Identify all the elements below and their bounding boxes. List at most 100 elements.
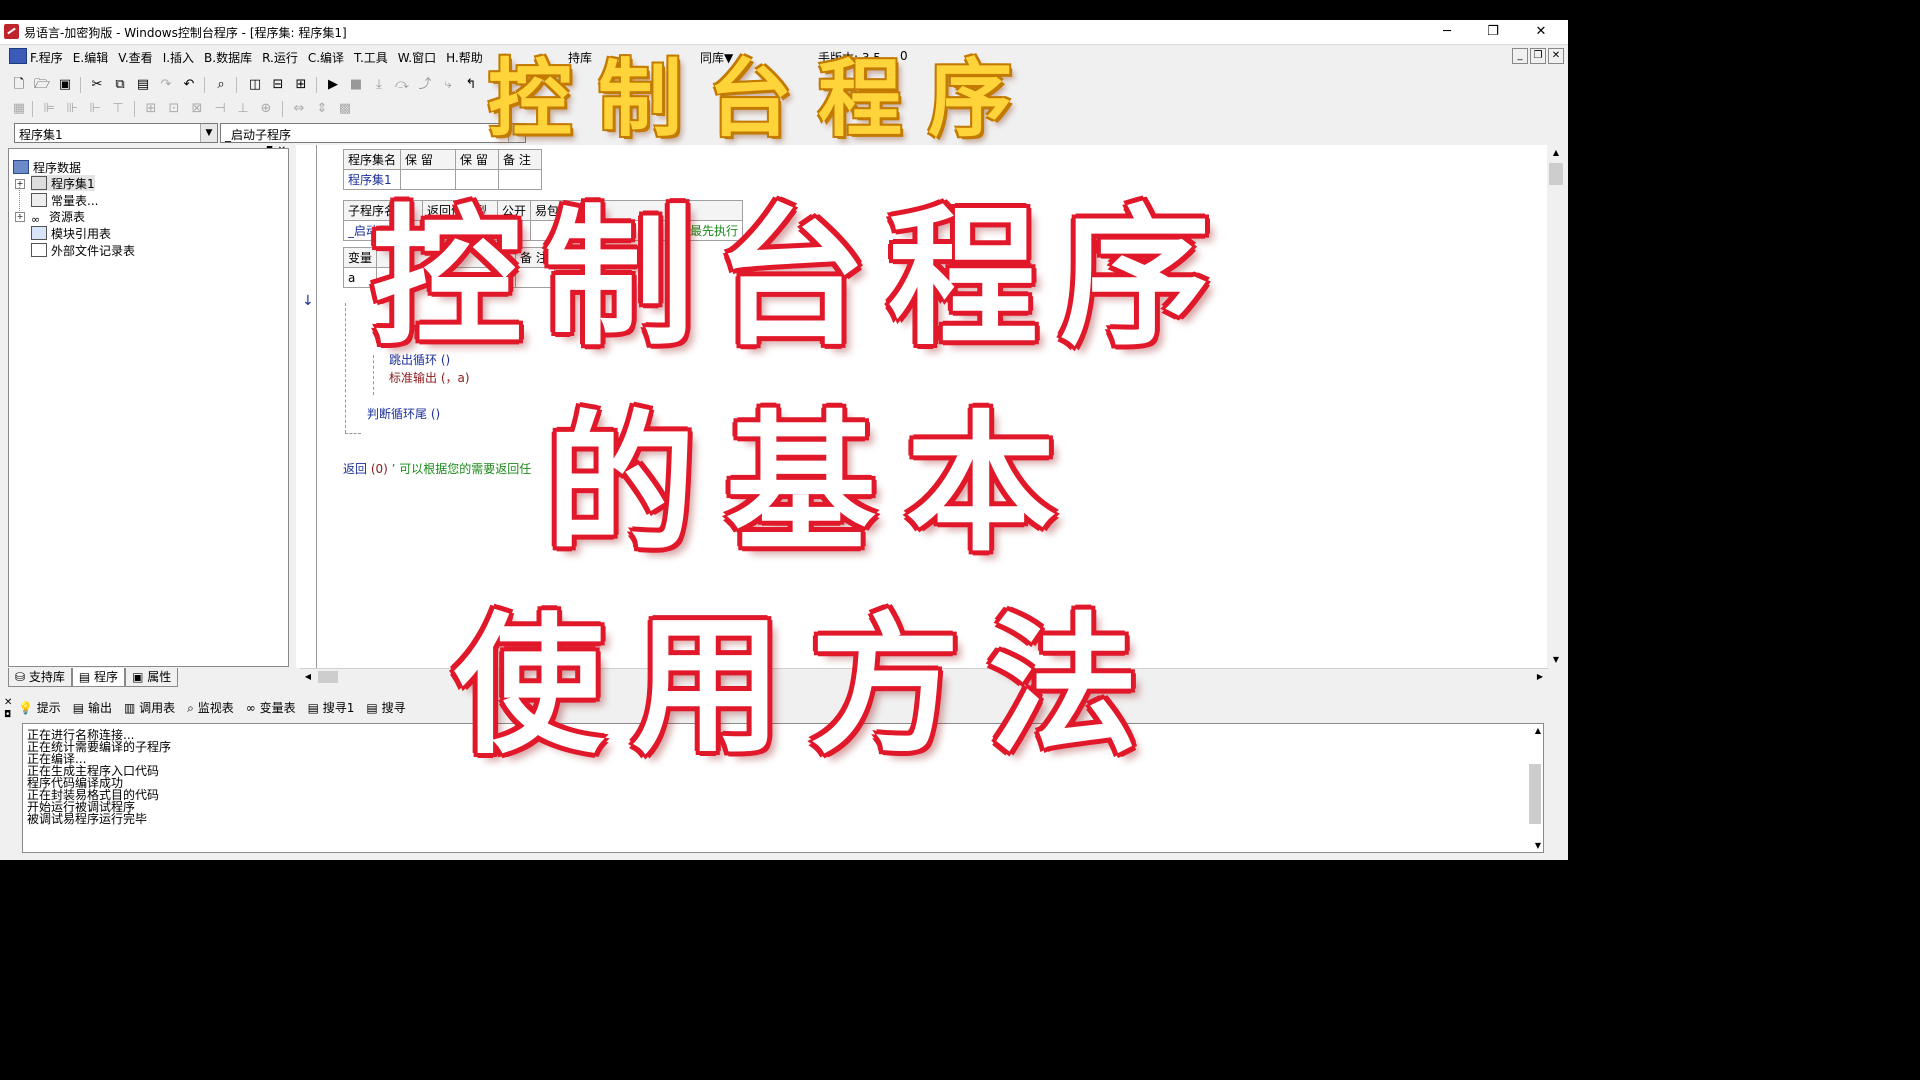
- cut-icon[interactable]: ✂: [88, 76, 106, 94]
- restore-button[interactable]: ❐: [1470, 20, 1516, 44]
- table-cell[interactable]: [498, 169, 543, 190]
- step-out-icon[interactable]: ⤴: [416, 76, 434, 94]
- tab-variables[interactable]: ∞ 变量表: [246, 697, 296, 719]
- table-cell[interactable]: 程序集1: [342, 169, 402, 190]
- table-cell[interactable]: [455, 169, 500, 190]
- save-icon[interactable]: ▣: [56, 76, 74, 94]
- file-icon: [31, 243, 47, 257]
- tab-output[interactable]: ▤ 输出: [73, 697, 112, 719]
- editor-vertical-scrollbar[interactable]: ▲ ▼: [1548, 145, 1564, 668]
- stop-icon[interactable]: ■: [347, 76, 365, 94]
- tab-hint[interactable]: 💡 提示: [18, 697, 61, 719]
- table-cell[interactable]: [400, 169, 457, 190]
- tree-item-label: 程序集1: [51, 177, 95, 191]
- minimize-button[interactable]: ─: [1424, 20, 1470, 44]
- code-line-output[interactable]: 标准输出 (，a): [389, 369, 470, 386]
- tab-call-stack[interactable]: ▥ 调用表: [124, 697, 175, 719]
- code-line-return[interactable]: 返回 (0) ’ 可以根据您的需要返回任: [343, 460, 531, 477]
- scroll-left-icon[interactable]: ◀: [300, 669, 316, 685]
- center-vertical-icon[interactable]: ⇕: [313, 100, 331, 118]
- output-line: 被调试易程序运行完毕: [27, 812, 148, 826]
- arrow-down-icon[interactable]: ↓: [302, 293, 314, 309]
- menu-window[interactable]: W.窗口: [398, 49, 436, 66]
- menu-edit[interactable]: E.编辑: [73, 49, 108, 66]
- menu-database[interactable]: B.数据库: [204, 49, 252, 66]
- assembly-select[interactable]: 程序集1 ▼: [14, 123, 218, 143]
- tree-item-assembly[interactable]: 程序集1: [31, 175, 95, 191]
- output-float-icon[interactable]: ◘: [4, 710, 11, 720]
- scrollbar-thumb[interactable]: [1549, 163, 1563, 185]
- layout-split-icon[interactable]: ⊞: [292, 76, 310, 94]
- menu-compile[interactable]: C.编译: [308, 49, 344, 66]
- tree-item-label: 模块引用表: [51, 227, 112, 241]
- center-form-icon[interactable]: ⊕: [257, 100, 275, 118]
- close-button[interactable]: ✕: [1518, 20, 1564, 44]
- new-file-icon[interactable]: 🗋: [10, 76, 28, 94]
- breakpoint-icon[interactable]: ↰: [462, 76, 480, 94]
- align-center-icon[interactable]: ⊪: [63, 100, 81, 118]
- same-height-icon[interactable]: ⊡: [165, 100, 183, 118]
- menu-view[interactable]: V.查看: [118, 49, 152, 66]
- same-width-icon[interactable]: ⊞: [142, 100, 160, 118]
- layout-left-icon[interactable]: ◫: [246, 76, 264, 94]
- scroll-down-icon[interactable]: ▼: [1548, 652, 1564, 668]
- subprogram-select-value: _启动子程序: [225, 128, 292, 142]
- tab-search-1[interactable]: ▤ 搜寻1: [308, 697, 355, 719]
- open-folder-icon[interactable]: 🗁: [33, 76, 51, 94]
- undo-icon[interactable]: ↶: [180, 76, 198, 94]
- tree-item-constants[interactable]: 常量表...: [31, 192, 98, 208]
- database-icon: [13, 160, 29, 174]
- align-top-icon[interactable]: ⊤: [109, 100, 127, 118]
- menu-tools[interactable]: T.工具: [354, 49, 388, 66]
- run-to-cursor-icon[interactable]: ⤷: [439, 76, 457, 94]
- center-horizontal-icon[interactable]: ⇔: [290, 100, 308, 118]
- grid-icon[interactable]: ▦: [10, 100, 28, 118]
- scroll-up-icon[interactable]: ▲: [1548, 145, 1564, 161]
- tree-item-resources[interactable]: ∞ 资源表: [31, 208, 86, 226]
- tree-item-external-files[interactable]: 外部文件记录表: [31, 242, 135, 258]
- editor-gutter: ↓ + »: [296, 145, 334, 668]
- tree-root[interactable]: 程序数据: [13, 159, 81, 175]
- menu-insert[interactable]: I.插入: [163, 49, 194, 66]
- scroll-up-icon[interactable]: ▲: [1535, 726, 1541, 735]
- chevron-down-icon[interactable]: ▼: [200, 124, 217, 142]
- space-horizontal-icon[interactable]: ⊣: [211, 100, 229, 118]
- overlay-small-title: 控制台程序: [488, 50, 1039, 148]
- subprogram-select[interactable]: _启动子程序 ▼: [220, 123, 526, 143]
- layout-top-icon[interactable]: ⊟: [269, 76, 287, 94]
- find-icon[interactable]: ⌕: [212, 76, 230, 94]
- step-over-icon[interactable]: ⤼: [393, 76, 411, 94]
- menu-run[interactable]: R.运行: [262, 49, 298, 66]
- copy-icon[interactable]: ⧉: [111, 76, 129, 94]
- step-into-icon[interactable]: ⤓: [370, 76, 388, 94]
- paste-icon[interactable]: ▤: [134, 76, 152, 94]
- mdi-restore-button[interactable]: ❐: [1530, 48, 1546, 64]
- tab-watch[interactable]: ⌕ 监视表: [187, 697, 234, 719]
- scroll-right-icon[interactable]: ▶: [1532, 669, 1548, 685]
- redo-icon[interactable]: ↷: [157, 76, 175, 94]
- tab-program[interactable]: ▤ 程序: [71, 668, 126, 687]
- mdi-minimize-button[interactable]: _: [1512, 48, 1528, 64]
- menu-help[interactable]: H.帮助: [446, 49, 483, 66]
- tab-order-icon[interactable]: ▩: [336, 100, 354, 118]
- tab-search-2[interactable]: ▤ 搜寻: [366, 697, 405, 719]
- scrollbar-thumb[interactable]: [318, 671, 338, 683]
- output-close-icon[interactable]: ✕: [4, 697, 12, 708]
- tree-item-module-refs[interactable]: 模块引用表: [31, 225, 111, 241]
- align-left-icon[interactable]: ⊫: [40, 100, 58, 118]
- tab-support-library[interactable]: ⛁ 支持库: [8, 668, 72, 687]
- run-icon[interactable]: ▶: [324, 76, 342, 94]
- tree-item-label: 常量表...: [51, 194, 99, 208]
- code-line-loop-tail[interactable]: 判断循环尾 (): [367, 405, 440, 422]
- align-right-icon[interactable]: ⊩: [86, 100, 104, 118]
- table-header: 保 留: [455, 149, 500, 170]
- app-logo-icon: [4, 24, 19, 39]
- menu-program[interactable]: F.程序: [30, 49, 63, 66]
- same-size-icon[interactable]: ⊠: [188, 100, 206, 118]
- scroll-down-icon[interactable]: ▼: [1535, 841, 1541, 850]
- tree-item-label: 资源表: [49, 210, 86, 224]
- tab-properties[interactable]: ▣ 属性: [125, 668, 179, 687]
- mdi-close-button[interactable]: ✕: [1548, 48, 1564, 64]
- scrollbar-thumb[interactable]: [1529, 764, 1541, 824]
- space-vertical-icon[interactable]: ⊥: [234, 100, 252, 118]
